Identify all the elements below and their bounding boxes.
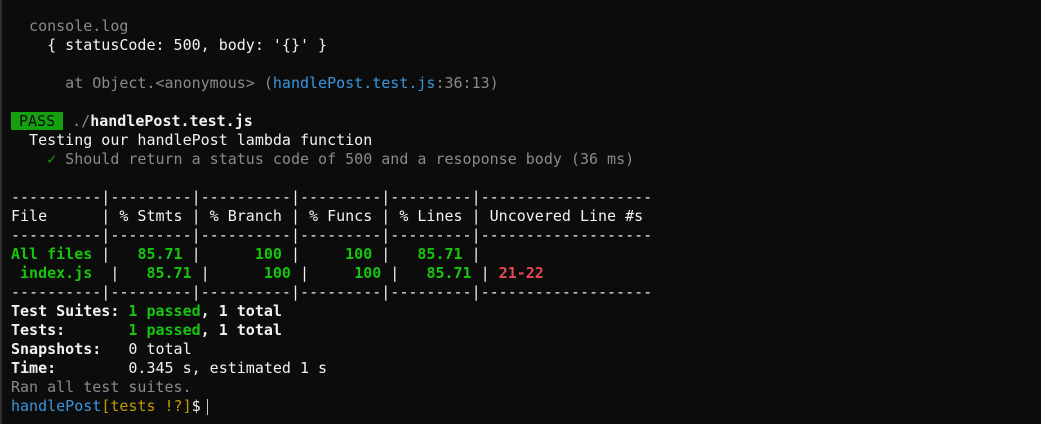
summary-tests: Tests: 1 passed, 1 total <box>11 321 1036 340</box>
coverage-row: index.js | 85.71 | 100 | 100 | 85.71 | 2… <box>11 264 544 282</box>
check-mark-icon: ✓ <box>11 150 57 168</box>
prompt-directory: handlePost <box>11 397 102 415</box>
console-log-label: console.log <box>11 17 129 35</box>
coverage-uncovered: 21-22 <box>498 264 544 282</box>
coverage-row: All files | 85.71 | 100 | 100 | 85.71 | <box>11 245 490 263</box>
test-file-dir: ./ <box>63 112 91 130</box>
coverage-branch: 100 <box>263 264 291 282</box>
coverage-header: File | % Stmts | % Branch | % Funcs | % … <box>11 207 653 225</box>
stack-trace-line: at Object.<anonymous> (handlePost.test.j… <box>11 74 1036 93</box>
summary-time-label: Time: <box>11 359 129 377</box>
coverage-funcs: 100 <box>354 264 382 282</box>
text-cursor[interactable] <box>206 398 208 415</box>
coverage-lines: 85.71 <box>417 245 463 263</box>
summary-test-suites-total: , 1 total <box>200 302 282 320</box>
window-left-edge <box>0 0 2 424</box>
test-file-name: handlePost.test.js <box>90 112 253 130</box>
summary-time: Time: 0.345 s, estimated 1 s <box>11 359 1036 378</box>
describe-block: Testing our handlePost lambda function <box>11 131 373 149</box>
ran-all-message: Ran all test suites. <box>11 378 192 396</box>
pass-badge: PASS <box>11 112 64 130</box>
prompt-symbol: $ <box>191 397 201 415</box>
summary-test-suites-label: Test Suites: <box>11 302 129 320</box>
summary-tests-total: , 1 total <box>200 321 282 339</box>
coverage-branch: 100 <box>254 245 282 263</box>
stack-trace-suffix: :36:13) <box>435 74 499 92</box>
terminal-output[interactable]: console.log { statusCode: 500, body: '{}… <box>11 17 1036 416</box>
summary-tests-label: Tests: <box>11 321 129 339</box>
summary-snapshots: Snapshots: 0 total <box>11 340 1036 359</box>
stack-trace-file-link[interactable]: handlePost.test.js <box>273 74 436 92</box>
coverage-file: index.js <box>11 264 93 282</box>
console-log-object: { statusCode: 500, body: '{}' } <box>11 36 328 54</box>
coverage-separator-bottom: ----------|---------|----------|--------… <box>11 283 653 301</box>
test-file-result: PASS ./handlePost.test.js <box>11 112 1036 131</box>
coverage-funcs: 100 <box>345 245 373 263</box>
summary-test-suites: Test Suites: 1 passed, 1 total <box>11 302 1036 321</box>
stack-trace-prefix: at Object.<anonymous> ( <box>11 74 273 92</box>
coverage-stmts: 85.71 <box>146 264 192 282</box>
coverage-lines: 85.71 <box>426 264 472 282</box>
summary-snapshots-value: 0 total <box>128 340 192 358</box>
coverage-separator-top: ----------|---------|----------|--------… <box>11 188 653 206</box>
summary-time-value: 0.345 s, estimated 1 s <box>128 359 328 377</box>
coverage-file: All files <box>11 245 93 263</box>
prompt-git-branch: [tests !?] <box>101 397 192 415</box>
test-case-line: ✓ Should return a status code of 500 and… <box>11 150 1036 169</box>
test-case-name: Should return a status code of 500 and a… <box>56 150 635 168</box>
coverage-stmts: 85.71 <box>137 245 183 263</box>
summary-snapshots-label: Snapshots: <box>11 340 129 358</box>
summary-tests-passed: 1 passed <box>128 321 201 339</box>
coverage-separator-mid: ----------|---------|----------|--------… <box>11 226 653 244</box>
summary-test-suites-passed: 1 passed <box>128 302 201 320</box>
shell-prompt[interactable]: handlePost[tests !?]$ <box>11 397 1036 416</box>
